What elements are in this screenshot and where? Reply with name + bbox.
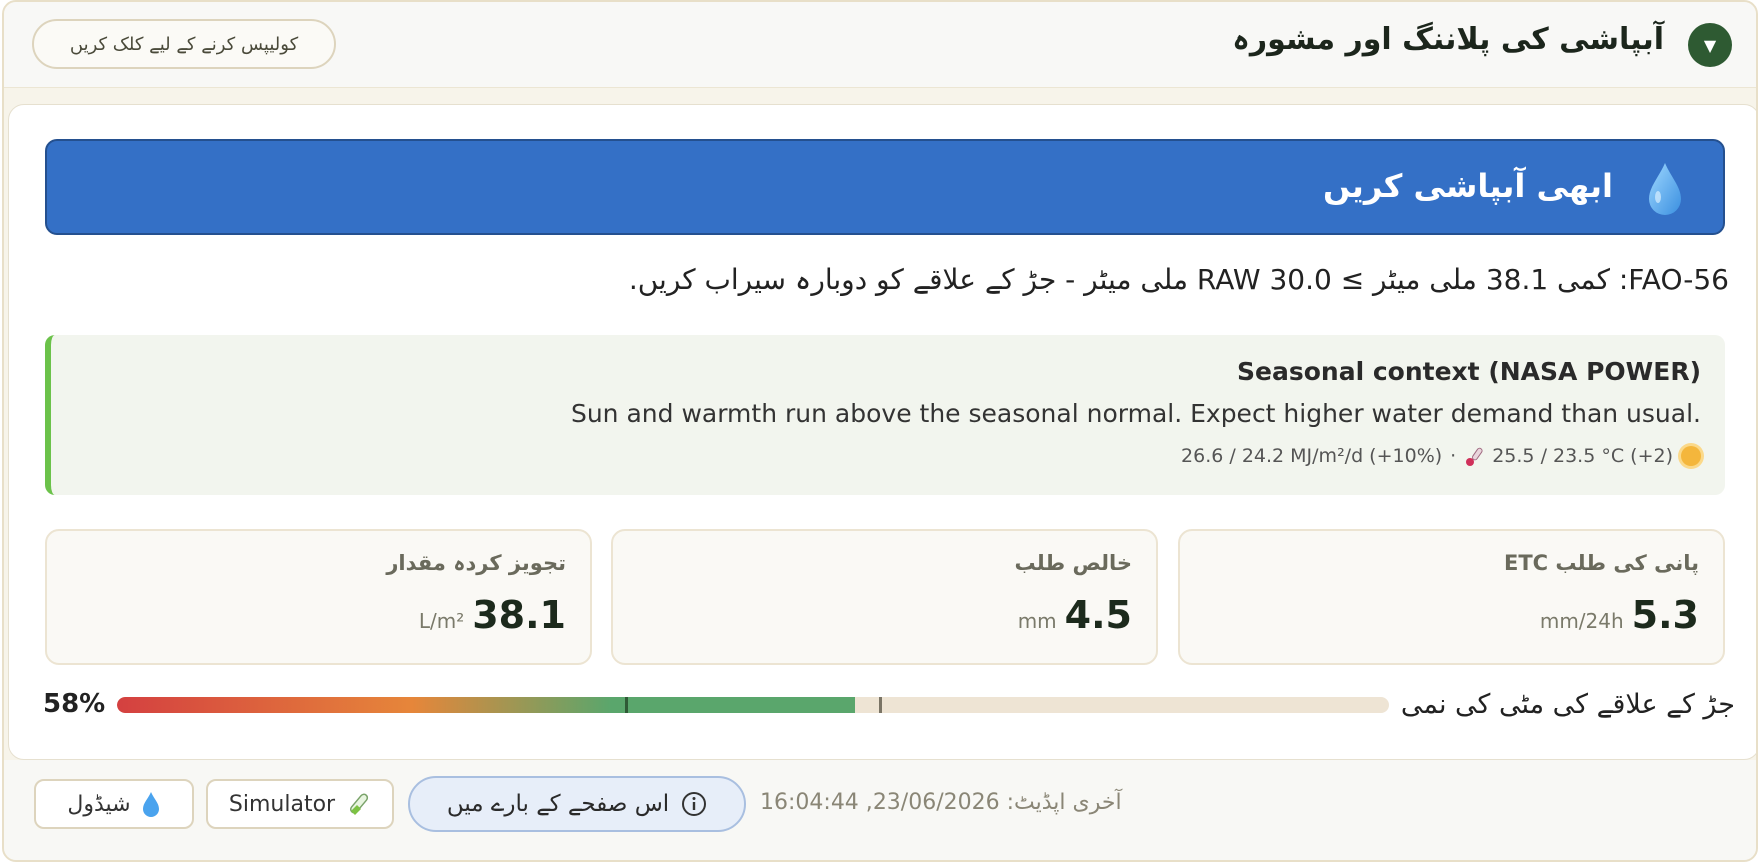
metric-unit: mm [1017,609,1057,633]
metric-number: 5.3 [1631,593,1699,637]
panel-header[interactable]: کولیپس کرنے کے لیے کلک کریں آبپاشی کی پل… [4,2,1756,88]
soil-moisture-bar [117,697,1389,713]
collapse-button[interactable]: کولیپس کرنے کے لیے کلک کریں [32,19,336,69]
soil-moisture-label: جڑ کے علاقے کی مٹی کی نمی [1400,689,1735,720]
metric-unit: mm/24h [1539,609,1624,633]
moisture-threshold-marker [625,697,628,713]
test-tube-icon [350,793,369,815]
fao56-recommendation: FAO-56: کمی 38.1 ملی میٹر ≥ RAW 30.0 ملی… [628,263,1729,296]
last-update-timestamp: آخری اپڈیٹ: 23/06/2026, 16:04:44 [760,790,1122,815]
metric-value: L/m² 38.1 [419,593,566,637]
schedule-button[interactable]: شیڈول [34,779,194,829]
about-page-button[interactable]: اس صفحے کے بارے میں [408,776,746,832]
metric-unit: L/m² [418,609,465,633]
metric-value: mm/24h 5.3 [1540,593,1699,637]
metric-recommended-amount: تجویز کردہ مقدار L/m² 38.1 [45,529,592,665]
metric-label: تجویز کردہ مقدار [386,551,566,575]
seasonal-text: Sun and warmth run above the seasonal no… [570,399,1701,428]
irrigate-now-banner: ابھی آبپاشی کریں [45,139,1725,235]
moisture-target-marker [879,697,882,713]
solar-value: 26.6 / 24.2 MJ/m²/d (+10%) [1181,445,1443,467]
irrigation-panel: کولیپس کرنے کے لیے کلک کریں آبپاشی کی پل… [2,0,1758,862]
seasonal-context-box: Seasonal context (NASA POWER) Sun and wa… [45,335,1725,495]
schedule-label: شیڈول [67,791,131,817]
thermometer-icon [1466,447,1483,466]
banner-text: ابھی آبپاشی کریں [1323,167,1613,205]
info-icon [682,792,707,816]
simulator-button[interactable]: Simulator [206,779,394,829]
chevron-down-icon[interactable]: ▼ [1688,23,1732,67]
meta-separator: · [1450,445,1457,467]
toggle-glyph: ▼ [1703,35,1717,55]
metric-water-demand-etc: پانی کی طلب ETC mm/24h 5.3 [1178,529,1725,665]
temperature-value: 25.5 / 23.5 °C (+2) [1492,445,1673,467]
panel-footer: شیڈول Simulator اس صفحے کے بارے میں آخری… [4,760,1756,860]
metric-value: mm 4.5 [1018,593,1132,637]
advice-card: ابھی آبپاشی کریں FAO-56: کمی 38.1 ملی می… [8,104,1756,760]
soil-moisture-fill [117,697,855,713]
metric-number: 4.5 [1064,593,1132,637]
about-label: اس صفحے کے بارے میں [446,791,670,817]
water-drop-icon [1649,163,1681,215]
metric-number: 38.1 [472,593,566,637]
soil-moisture-percent: 58% [43,689,106,719]
simulator-label: Simulator [228,791,336,817]
seasonal-title: Seasonal context (NASA POWER) [1237,357,1701,386]
metric-label: خالص طلب [1014,551,1132,575]
metric-label: پانی کی طلب ETC [1504,551,1699,575]
panel-title: آبپاشی کی پلاننگ اور مشورہ [1232,22,1664,57]
metric-net-demand: خالص طلب mm 4.5 [611,529,1158,665]
seasonal-meta: 26.6 / 24.2 MJ/m²/d (+10%) · 25.5 / 23.5… [1181,445,1701,467]
water-drop-icon [142,792,159,817]
sun-icon [1681,446,1701,466]
